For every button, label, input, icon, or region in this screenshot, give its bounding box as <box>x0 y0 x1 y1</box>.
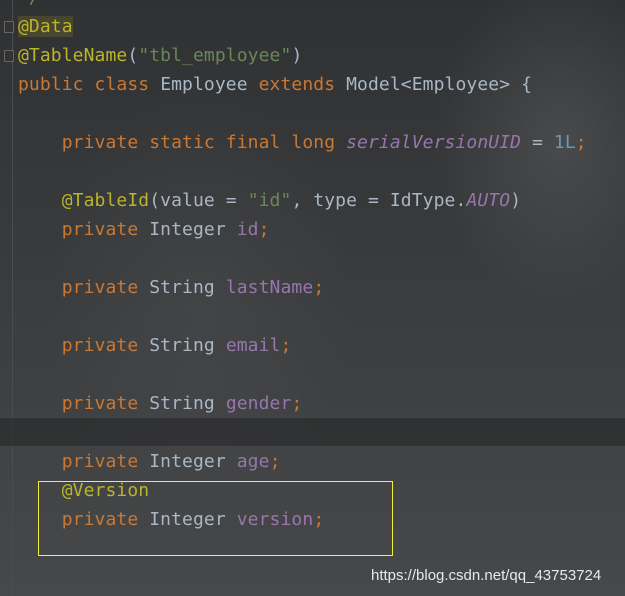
code-line[interactable] <box>18 302 587 331</box>
fold-marker-icon[interactable] <box>4 21 14 33</box>
code-token: */ <box>18 0 40 8</box>
code-editor[interactable]: */@Data@TableName("tbl_employee")public … <box>18 0 587 534</box>
code-token: public class <box>18 74 161 95</box>
code-token: gender <box>225 393 292 414</box>
code-line[interactable] <box>18 244 587 273</box>
code-line[interactable]: @TableId(value = "id", type = IdType.AUT… <box>18 186 587 215</box>
code-line[interactable]: private String gender; <box>18 389 587 418</box>
code-token: "tbl_employee" <box>138 45 292 66</box>
code-line[interactable]: private static final long serialVersionU… <box>18 128 587 157</box>
fold-marker-icon[interactable] <box>4 50 14 62</box>
code-token: ; <box>575 132 587 153</box>
code-token: Model<Employee> { <box>346 74 533 95</box>
code-token: (value = <box>149 190 248 211</box>
code-token: @TableName <box>18 45 128 66</box>
code-token: private <box>18 451 150 472</box>
code-line[interactable] <box>18 99 587 128</box>
code-token: private <box>18 335 150 356</box>
code-line[interactable]: @Data <box>18 12 587 41</box>
code-line[interactable] <box>18 418 587 447</box>
code-token: ; <box>258 219 270 240</box>
code-line[interactable]: private String email; <box>18 331 587 360</box>
watermark: https://blog.csdn.net/qq_43753724 <box>371 567 602 584</box>
code-line[interactable]: private Integer age; <box>18 447 587 476</box>
code-line[interactable]: private String lastName; <box>18 273 587 302</box>
code-token: extends <box>258 74 347 95</box>
code-token: private <box>18 393 150 414</box>
code-token: ( <box>127 45 139 66</box>
code-token: ) <box>510 190 522 211</box>
code-token: id <box>236 219 259 240</box>
code-token: String <box>149 393 226 414</box>
code-line[interactable] <box>18 157 587 186</box>
code-token: AUTO <box>466 190 511 211</box>
code-token: serialVersionUID <box>346 132 522 153</box>
code-token: String <box>149 335 226 356</box>
code-token: lastName <box>225 277 314 298</box>
code-token: email <box>225 335 281 356</box>
code-line[interactable]: @TableName("tbl_employee") <box>18 41 587 70</box>
code-token: = <box>521 132 554 153</box>
code-token: private static final long <box>18 132 347 153</box>
code-line[interactable]: public class Employee extends Model<Empl… <box>18 70 587 99</box>
code-token: 1L <box>553 132 576 153</box>
code-token: Integer <box>149 219 237 240</box>
code-token: , type = IdType. <box>291 190 467 211</box>
code-token: Employee <box>160 74 259 95</box>
code-token: @Data <box>18 16 73 37</box>
code-token: String <box>149 277 226 298</box>
code-token: ; <box>269 451 281 472</box>
code-token: private <box>18 277 150 298</box>
code-token: private <box>18 219 150 240</box>
code-token: age <box>236 451 270 472</box>
code-token: Integer <box>149 451 237 472</box>
code-token: ; <box>280 335 292 356</box>
code-token: "id" <box>247 190 292 211</box>
highlight-box <box>38 481 393 556</box>
code-token: ; <box>313 277 325 298</box>
code-token: ; <box>291 393 303 414</box>
code-token: ) <box>291 45 303 66</box>
editor-gutter <box>0 0 14 596</box>
code-line[interactable] <box>18 360 587 389</box>
code-line[interactable]: private Integer id; <box>18 215 587 244</box>
code-token: @TableId <box>18 190 150 211</box>
code-line[interactable]: */ <box>18 0 587 12</box>
